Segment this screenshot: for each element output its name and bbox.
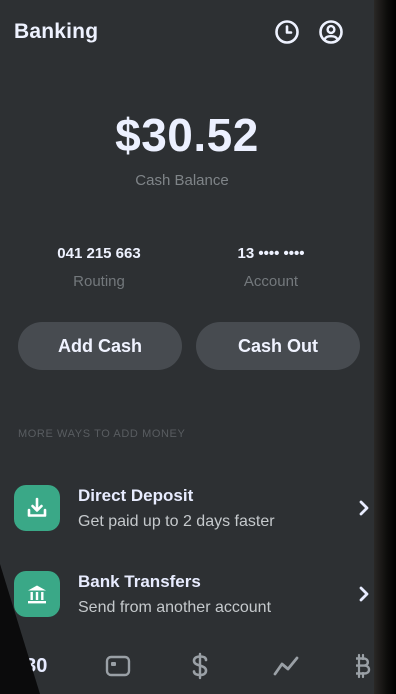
section-header: MORE WAYS TO ADD MONEY [18, 428, 186, 440]
phone-edge-shadow [0, 564, 40, 694]
bitcoin-icon[interactable] [350, 648, 374, 684]
download-icon [14, 485, 60, 531]
cash-out-button[interactable]: Cash Out [196, 322, 360, 370]
direct-deposit-title: Direct Deposit [78, 485, 194, 505]
phone-bezel [374, 0, 396, 694]
header: Banking [14, 14, 358, 50]
dollar-icon[interactable] [182, 648, 218, 684]
bank-transfers-title: Bank Transfers [78, 571, 201, 591]
bottom-nav: $30 [0, 648, 374, 684]
chevron-right-icon [354, 585, 374, 603]
direct-deposit-option[interactable]: Direct Deposit Get paid up to 2 days fas… [14, 480, 384, 536]
chevron-right-icon [354, 499, 374, 517]
clock-icon[interactable] [274, 19, 300, 45]
page-title: Banking [14, 20, 99, 43]
bank-transfers-subtitle: Send from another account [78, 598, 272, 616]
investing-icon[interactable] [268, 648, 304, 684]
header-icons [274, 19, 344, 45]
account-number: 13 •••• •••• [237, 245, 305, 262]
bank-transfers-option[interactable]: Bank Transfers Send from another account [14, 566, 384, 622]
routing-number: 041 215 663 [57, 245, 141, 262]
card-icon[interactable] [100, 648, 136, 684]
banking-screen: Banking $30.52 Cash Balance 041 215 663 … [0, 0, 374, 694]
account-info[interactable]: 13 •••• •••• Account [186, 245, 356, 290]
account-label: Account [243, 273, 299, 290]
profile-icon[interactable] [318, 19, 344, 45]
cash-balance-label: Cash Balance [135, 172, 229, 189]
routing-info[interactable]: 041 215 663 Routing [14, 245, 184, 290]
add-cash-button[interactable]: Add Cash [18, 322, 182, 370]
routing-label: Routing [73, 273, 125, 290]
cash-balance-amount: $30.52 [115, 109, 259, 161]
direct-deposit-subtitle: Get paid up to 2 days faster [78, 512, 275, 530]
